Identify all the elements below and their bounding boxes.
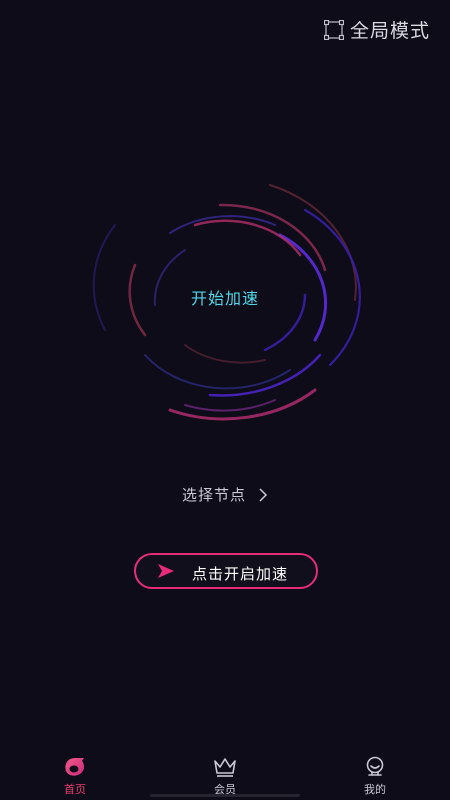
home-screen: 全局模式 开始加速 选择节点 点击开启加速 首页 会员 我的 bbox=[0, 0, 450, 800]
select-node-label: 选择节点 bbox=[181, 486, 246, 504]
home-icon bbox=[65, 758, 85, 776]
nav-item-profile[interactable]: 我的 bbox=[335, 750, 415, 797]
bottom-nav: 首页 会员 我的 bbox=[0, 750, 450, 800]
start-boost-button[interactable]: 点击开启加速 bbox=[134, 553, 318, 589]
nav-item-membership[interactable]: 会员 bbox=[185, 750, 265, 797]
global-mode-toggle[interactable]: 全局模式 bbox=[323, 16, 430, 43]
select-node-row[interactable]: 选择节点 bbox=[0, 484, 450, 505]
boost-button-label: 点击开启加速 bbox=[192, 565, 289, 583]
profile-icon bbox=[366, 756, 384, 776]
frame-icon bbox=[323, 19, 344, 40]
crown-icon bbox=[214, 758, 236, 777]
global-mode-label: 全局模式 bbox=[349, 20, 430, 42]
chevron-right-icon bbox=[259, 487, 268, 502]
accelerate-swirl[interactable]: 开始加速 bbox=[75, 155, 375, 435]
play-arrow-icon bbox=[158, 564, 174, 578]
nav-label-home: 首页 bbox=[64, 783, 86, 796]
nav-item-home[interactable]: 首页 bbox=[35, 750, 115, 797]
nav-label-profile: 我的 bbox=[364, 783, 386, 796]
home-indicator-bar bbox=[150, 794, 300, 797]
start-accelerate-label[interactable]: 开始加速 bbox=[75, 285, 375, 309]
